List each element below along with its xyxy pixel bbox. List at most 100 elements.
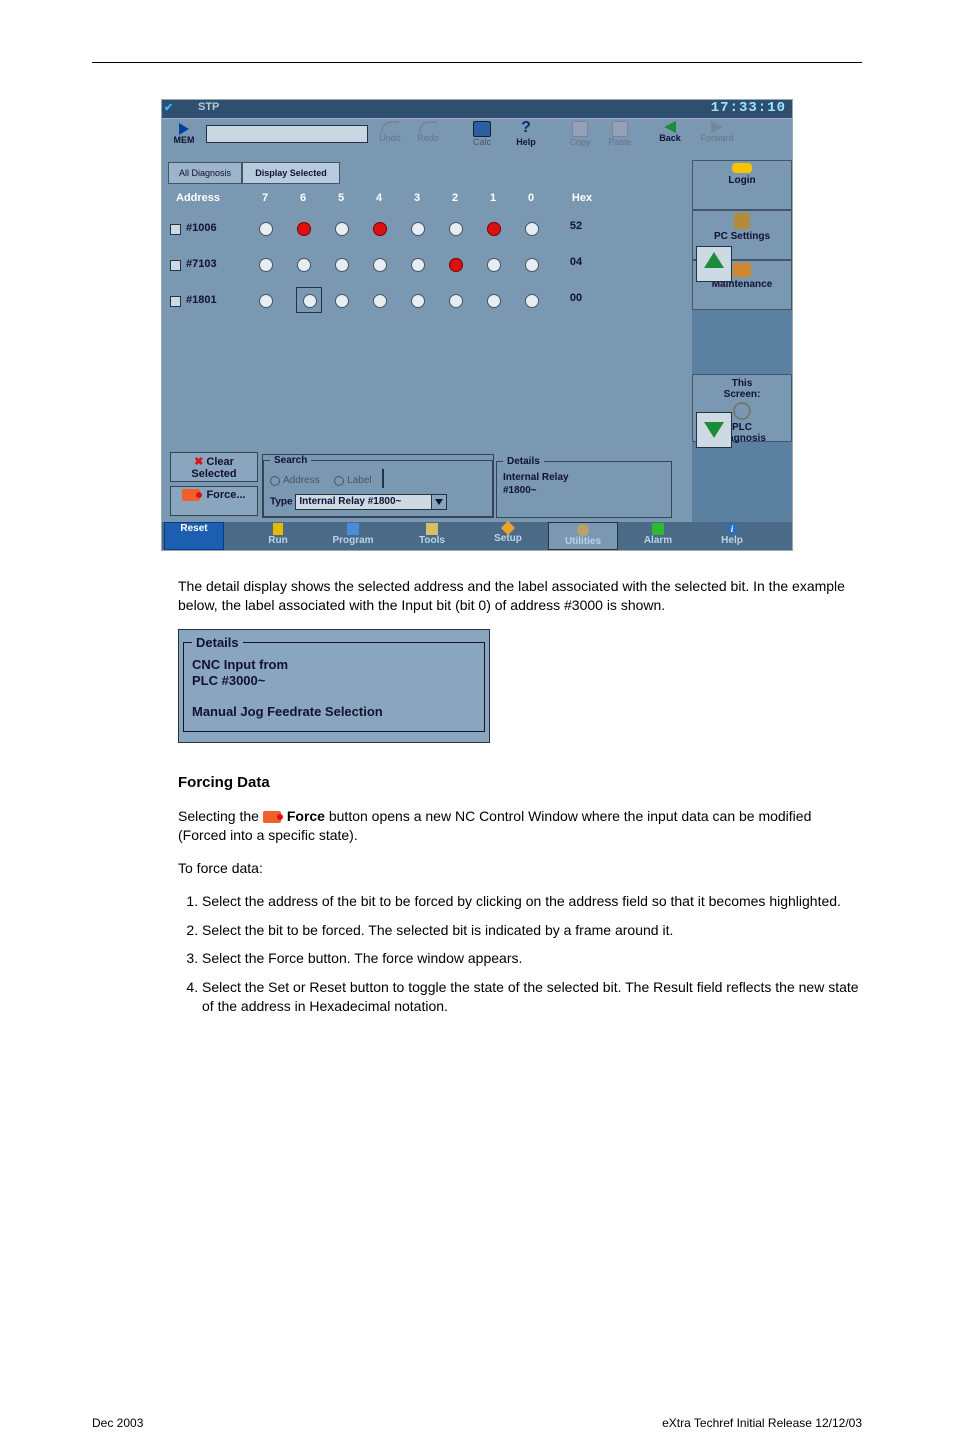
grid-row[interactable]: #180100 [170,288,684,320]
paste-button[interactable]: Paste [602,121,638,159]
radio-icon [270,476,280,486]
gear-icon [733,402,751,420]
type-label: Type [270,497,293,508]
nav-program[interactable]: Program [318,522,388,550]
bit-dot[interactable] [335,294,349,308]
details-line2: #1800~ [503,484,665,497]
bit-dot[interactable] [487,258,501,272]
nav-back-button[interactable]: Back [652,121,688,159]
bit-dot[interactable] [297,288,321,312]
dropdown-arrow-icon [431,495,446,509]
key-icon [732,163,752,173]
bit-dot[interactable] [259,258,273,272]
search-panel: Search Address Label Type Internal Relay… [262,454,494,518]
step-item: Select the Set or Reset button to toggle… [202,978,862,1016]
bit-dot[interactable] [449,222,463,236]
scroll-down-button[interactable] [696,412,732,448]
nav-utilities[interactable]: Utilities [548,522,618,550]
row-checkbox[interactable] [170,296,181,307]
search-radio-label[interactable]: Label [334,475,371,486]
tools-label: Tools [419,535,445,546]
bit-dot[interactable] [525,294,539,308]
search-text-field[interactable] [382,469,384,488]
radio-icon [334,476,344,486]
bit-dot[interactable] [449,294,463,308]
nav-help[interactable]: iHelp [702,522,762,550]
search-radio-address[interactable]: Address [270,475,320,486]
bit-dot[interactable] [487,294,501,308]
context-help-button[interactable]: ?Help [508,121,544,159]
app-logo-icon: ✔ [164,101,173,114]
tab-display-selected[interactable]: Display Selected [242,162,340,184]
nav-setup[interactable]: Setup [478,522,538,550]
undo-button[interactable]: Undo [372,121,408,159]
reset-button[interactable]: Reset [164,522,224,550]
info-icon: i [726,523,738,535]
bit-dot[interactable] [335,222,349,236]
redo-button[interactable]: Redo [410,121,446,159]
pc-settings-icon [734,213,750,229]
details-line1: Internal Relay [503,471,665,484]
row-address[interactable]: #1801 [186,294,217,306]
run-label: Run [268,535,287,546]
steps-intro: To force data: [178,859,862,878]
bit-dot[interactable] [487,222,501,236]
force-button[interactable]: Force... [170,486,258,516]
bit-dot[interactable] [411,294,425,308]
pc-settings-label: PC Settings [714,231,770,242]
bit-dot[interactable] [297,258,311,272]
copy-icon [572,121,588,137]
row-address[interactable]: #7103 [186,258,217,270]
tab-all-diagnosis[interactable]: All Diagnosis [168,162,242,184]
paste-icon [612,121,628,137]
bit-dot[interactable] [449,258,463,272]
login-button[interactable]: Login [692,160,792,210]
step-item: Select the address of the bit to be forc… [202,892,862,911]
bit-dot[interactable] [525,222,539,236]
toolbar-text-field[interactable] [206,125,368,143]
row-address[interactable]: #1006 [186,222,217,234]
paste-label: Paste [608,137,631,147]
nav-tools[interactable]: Tools [402,522,462,550]
step-item: Select the Force button. The force windo… [202,949,862,968]
clear-selected-button[interactable]: ✖ Clear Selected [170,452,258,482]
title-bar: ✔ STP 17:33:10 [162,100,792,118]
bit-dot[interactable] [411,222,425,236]
force-inline-icon [263,811,281,823]
bit-dot[interactable] [373,222,387,236]
this-screen-line1: This [697,378,787,389]
grid-header-3: 3 [402,192,432,204]
row-checkbox[interactable] [170,224,181,235]
force-label: Force... [206,489,245,501]
bit-grid: Address76543210Hex #100652#710304#180100 [170,190,684,320]
page-footer-right: eXtra Techref Initial Release 12/12/03 [662,1416,862,1430]
nav-forward-button[interactable]: Forward [692,121,742,159]
scroll-up-button[interactable] [696,246,732,282]
mode-mem-button[interactable]: MEM [166,121,202,159]
grid-row[interactable]: #710304 [170,252,684,284]
row-checkbox[interactable] [170,260,181,271]
bit-dot[interactable] [525,258,539,272]
tools-icon [426,523,438,535]
nav-run[interactable]: Run [248,522,308,550]
back-label: Back [659,133,681,143]
bit-dot[interactable] [297,222,311,236]
grid-row[interactable]: #100652 [170,216,684,248]
bit-dot[interactable] [259,222,273,236]
bit-dot[interactable] [373,258,387,272]
main-panel: All Diagnosis Display Selected Address76… [162,160,692,522]
mem-label: MEM [174,135,195,145]
alarm-icon [652,523,664,535]
grid-header-2: 2 [440,192,470,204]
grid-header-7: 7 [250,192,280,204]
copy-button[interactable]: Copy [562,121,598,159]
bit-dot[interactable] [335,258,349,272]
calc-button[interactable]: Calc [464,121,500,159]
calc-label: Calc [473,137,491,147]
bit-dot[interactable] [373,294,387,308]
bit-dot[interactable] [411,258,425,272]
bit-dot[interactable] [259,294,273,308]
run-icon [273,523,283,535]
type-dropdown[interactable]: Internal Relay #1800~ [295,494,447,510]
nav-alarm[interactable]: Alarm [628,522,688,550]
